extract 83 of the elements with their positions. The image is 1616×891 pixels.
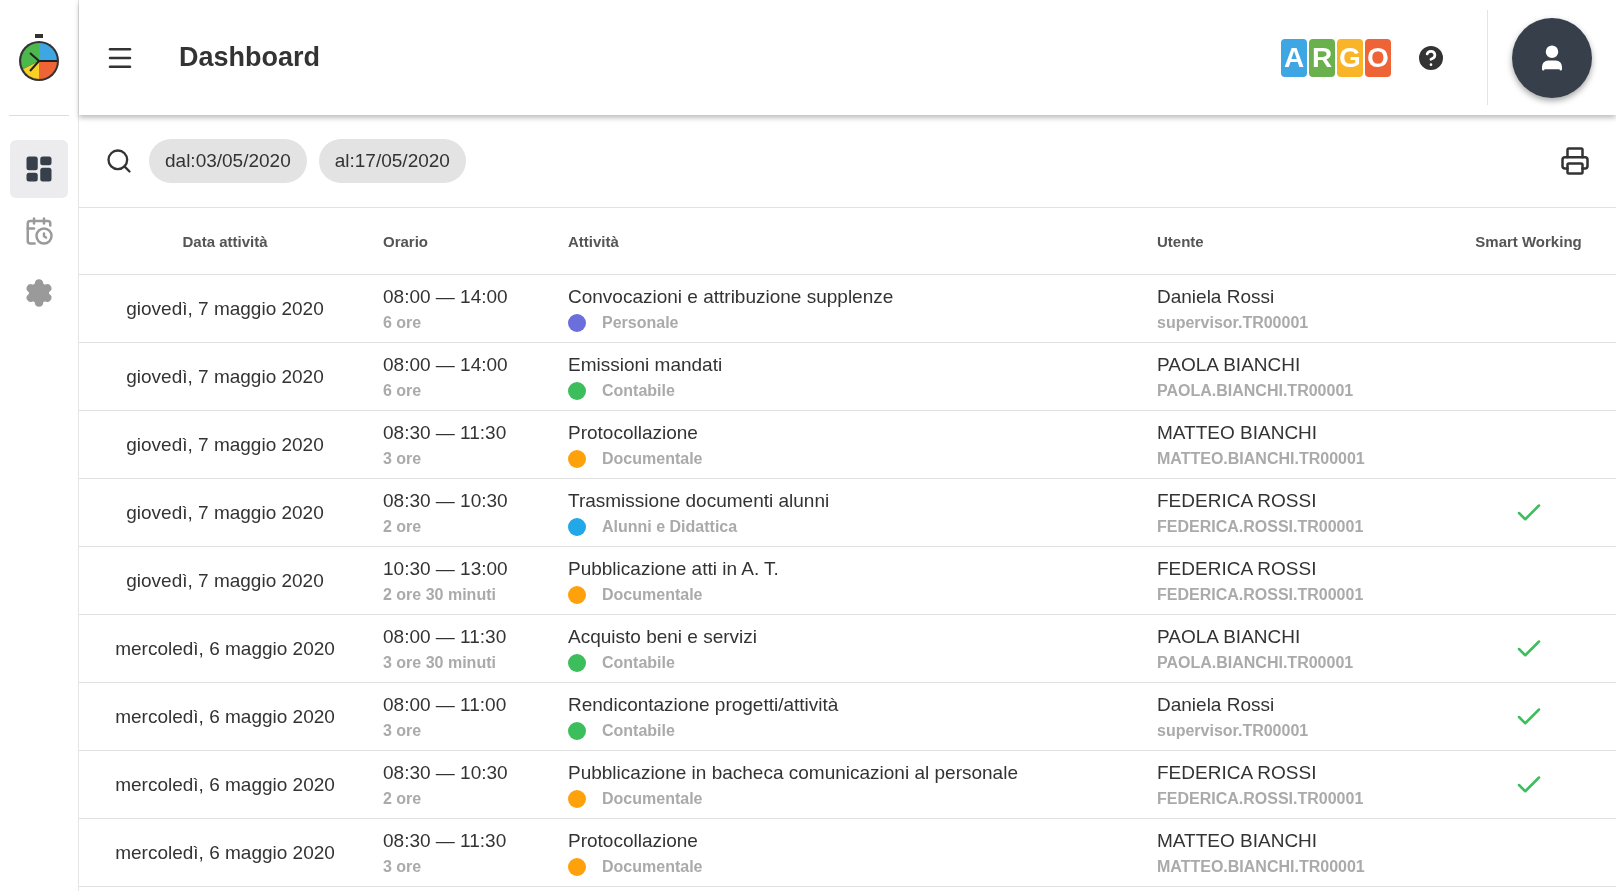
column-header[interactable]: Smart Working	[1441, 208, 1616, 275]
time-range-text: 08:00 — 11:00	[383, 693, 507, 716]
column-header[interactable]: Orario	[371, 208, 556, 275]
date-text: mercoledì, 6 maggio 2020	[115, 841, 335, 864]
column-header[interactable]: Utente	[1145, 208, 1441, 275]
activity-text: Protocollazione	[568, 829, 698, 852]
category-text: Alunni e Didattica	[602, 517, 738, 536]
user-name-text: FEDERICA ROSSI	[1157, 761, 1317, 784]
date-text: giovedì, 7 maggio 2020	[126, 297, 324, 320]
settings-icon	[24, 278, 54, 308]
time-range-text: 08:30 — 10:30	[383, 761, 508, 784]
logo-letter: R	[1309, 38, 1335, 77]
user-name-text: Daniela Rossi	[1157, 693, 1275, 716]
time-range-text: 08:30 — 11:30	[383, 829, 507, 852]
duration-text: 2 ore	[383, 789, 422, 808]
date-text: giovedì, 7 maggio 2020	[126, 433, 324, 456]
category-text: Documentale	[602, 789, 703, 808]
logo-letter: A	[1281, 38, 1307, 77]
duration-text: 3 ore	[383, 857, 422, 876]
time-range-text: 08:30 — 10:30	[383, 489, 508, 512]
stopwatch-logo	[16, 32, 62, 83]
calendar-clock-icon	[24, 216, 54, 246]
activity-text: Emissioni mandati	[568, 353, 723, 376]
time-range-text: 08:00 — 14:00	[383, 353, 508, 376]
user-login-text: supervisor.TR00001	[1157, 721, 1309, 740]
logo-letter: O	[1365, 38, 1391, 77]
duration-text: 2 ore	[383, 517, 422, 536]
duration-text: 3 ore	[383, 449, 422, 468]
user-login-text: PAOLA.BIANCHI.TR00001	[1157, 653, 1354, 672]
category-text: Personale	[602, 313, 679, 332]
user-name-text: MATTEO BIANCHI	[1157, 829, 1318, 852]
sidebar-item[interactable]	[10, 140, 68, 198]
user-login-text: FEDERICA.ROSSI.TR00001	[1157, 789, 1364, 808]
date-text: giovedì, 7 maggio 2020	[126, 569, 324, 592]
user-login-text: supervisor.TR00001	[1157, 313, 1309, 332]
duration-text: 6 ore	[383, 381, 422, 400]
user-login-text: FEDERICA.ROSSI.TR00001	[1157, 585, 1364, 604]
search-icon	[105, 147, 133, 175]
user-name-text: MATTEO BIANCHI	[1157, 421, 1318, 444]
date-text: mercoledì, 6 maggio 2020	[115, 773, 335, 796]
date-text: giovedì, 7 maggio 2020	[126, 365, 324, 388]
date-filter-chip[interactable]: dal:03/05/2020	[149, 139, 307, 183]
date-filter-chip[interactable]: al:17/05/2020	[318, 139, 466, 183]
user-login-text: MATTEO.BIANCHI.TR00001	[1157, 857, 1365, 876]
activity-text: Pubblicazione atti in A. T.	[568, 557, 779, 580]
category-text: Contabile	[602, 653, 675, 672]
category-text: Documentale	[602, 857, 703, 876]
time-range-text: 10:30 — 13:00	[383, 557, 508, 580]
page-title: Dashboard	[179, 42, 322, 73]
user-login-text: PAOLA.BIANCHI.TR00001	[1157, 381, 1354, 400]
time-range-text: 08:00 — 11:30	[383, 625, 507, 648]
user-name-text: Daniela Rossi	[1157, 285, 1275, 308]
column-header[interactable]: Data attività	[79, 208, 371, 275]
category-text: Documentale	[602, 585, 703, 604]
duration-text: 6 ore	[383, 313, 422, 332]
column-header[interactable]: Attività	[556, 208, 1145, 275]
user-name-text: PAOLA BIANCHI	[1157, 353, 1301, 376]
logo-letter: G	[1337, 38, 1363, 77]
user-name-text: PAOLA BIANCHI	[1157, 625, 1301, 648]
date-text: mercoledì, 6 maggio 2020	[115, 705, 335, 728]
user-login-text: FEDERICA.ROSSI.TR00001	[1157, 517, 1364, 536]
user-name-text: FEDERICA ROSSI	[1157, 489, 1317, 512]
dashboard-icon	[24, 154, 54, 184]
duration-text: 3 ore	[383, 721, 422, 740]
activity-text: Pubblicazione in bacheca comunicazioni al personale	[568, 761, 1018, 784]
activity-text: Rendicontazione progetti/attività	[568, 693, 839, 716]
activity-text: Acquisto beni e servizi	[568, 625, 758, 648]
activity-text: Protocollazione	[568, 421, 698, 444]
activity-text: Convocazioni e attribuzione supplenze	[568, 285, 894, 308]
time-range-text: 08:00 — 14:00	[383, 285, 508, 308]
category-text: Documentale	[602, 449, 703, 468]
duration-text: 3 ore 30 minuti	[383, 653, 496, 672]
avatar-button[interactable]	[1512, 17, 1592, 98]
duration-text: 2 ore 30 minuti	[383, 585, 496, 604]
date-text: mercoledì, 6 maggio 2020	[115, 637, 335, 660]
activity-text: Trasmissione documenti alunni	[568, 489, 830, 512]
time-range-text: 08:30 — 11:30	[383, 421, 507, 444]
printer-icon	[1560, 146, 1590, 176]
category-text: Contabile	[602, 721, 675, 740]
user-login-text: MATTEO.BIANCHI.TR00001	[1157, 449, 1365, 468]
user-name-text: FEDERICA ROSSI	[1157, 557, 1317, 580]
category-text: Contabile	[602, 381, 675, 400]
date-text: giovedì, 7 maggio 2020	[126, 501, 324, 524]
